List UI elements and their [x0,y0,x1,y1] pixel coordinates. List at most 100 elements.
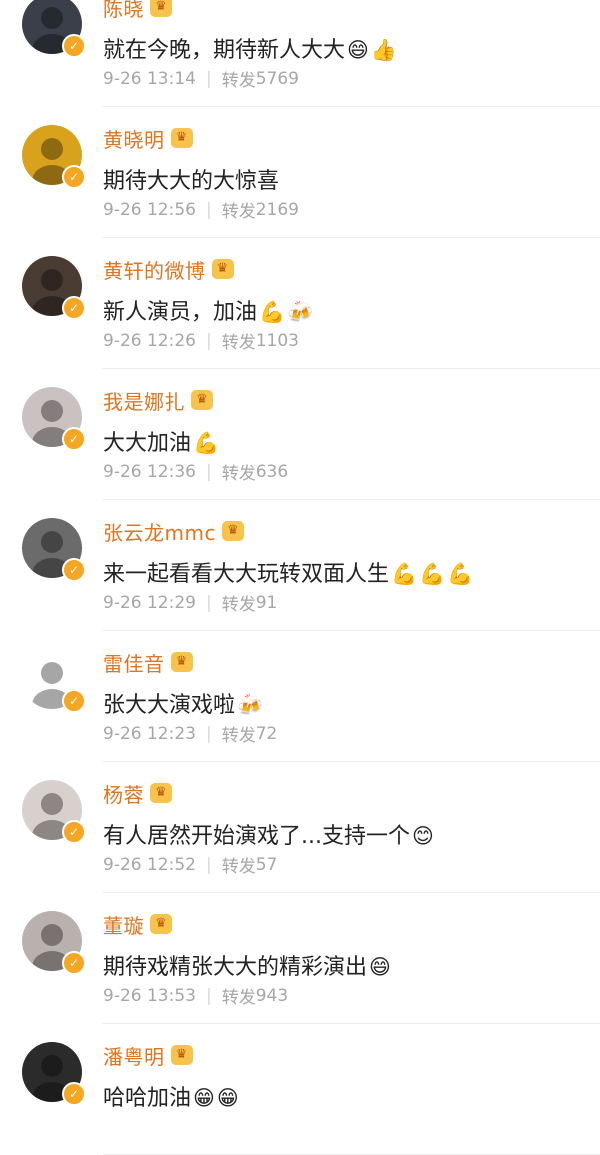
crown-icon: ♛ [150,0,172,17]
repost-label[interactable]: 转发 [222,721,256,746]
comment-item[interactable]: ✓ 我是娜扎 ♛ 大大加油💪 9-26 12:36 | 转发 636 [0,369,600,500]
separator: | [205,985,212,1006]
comment-text: 期待大大的大惊喜 [103,163,279,195]
emoji-icon: 💪 [447,562,474,586]
repost-label[interactable]: 转发 [222,983,256,1008]
verified-badge-icon: ✓ [62,951,86,975]
separator: | [205,330,212,351]
timestamp: 9-26 12:36 [103,461,196,482]
verified-badge-icon: ✓ [62,296,86,320]
comment-text: 来一起看看大大玩转双面人生💪💪💪 [103,556,473,588]
crown-icon: ♛ [170,1045,193,1065]
emoji-icon: 👍 [370,38,398,62]
verified-badge-icon: ✓ [62,165,86,189]
comment-meta: 9-26 12:29 | 转发 91 [103,590,278,616]
user-name[interactable]: 张云龙mmc [103,517,216,546]
comment-text-content: 张大大演戏啦 [103,693,236,718]
timestamp: 9-26 13:53 [103,985,196,1006]
timestamp: 9-26 12:56 [103,199,196,220]
user-name[interactable]: 雷佳音 [103,648,165,677]
emoji-icon: 😊 [411,824,434,848]
separator: | [205,723,212,744]
verified-badge-icon: ✓ [62,558,86,582]
comment-meta: 9-26 13:14 | 转发 5769 [103,66,299,92]
comment-item[interactable]: ✓ 董璇 ♛ 期待戏精张大大的精彩演出😄 9-26 13:53 | 转发 943 [0,893,600,1024]
name-row: 潘粤明 ♛ [103,1040,193,1070]
user-name[interactable]: 杨蓉 [103,779,144,808]
comment-meta: 9-26 12:52 | 转发 57 [103,852,278,878]
verified-badge-icon: ✓ [62,820,86,844]
comment-text-content: 哈哈加油 [103,1086,192,1111]
emoji-icon: 😄 [347,38,369,62]
separator: | [205,68,212,89]
timestamp: 9-26 12:52 [103,854,196,875]
user-name[interactable]: 陈晓 [103,0,144,22]
verified-badge-icon: ✓ [62,1082,86,1106]
comment-text-content: 来一起看看大大玩转双面人生 [103,562,390,587]
name-row: 杨蓉 ♛ [103,778,172,808]
comment-text-content: 有人居然开始演戏了...支持一个 [103,824,410,849]
comment-text: 张大大演戏啦🍻 [103,687,263,719]
timestamp: 9-26 12:23 [103,723,196,744]
emoji-icon: 💪 [419,562,446,586]
repost-count: 943 [255,985,289,1006]
crown-icon: ♛ [150,914,172,934]
user-name[interactable]: 黄轩的微博 [103,255,206,284]
user-name[interactable]: 黄晓明 [103,124,165,153]
repost-label[interactable]: 转发 [222,197,256,222]
repost-label[interactable]: 转发 [222,590,256,615]
name-row: 黄晓明 ♛ [103,123,193,153]
name-row: 董璇 ♛ [103,909,172,939]
emoji-icon: 💪 [259,300,286,324]
comment-item[interactable]: ✓ 雷佳音 ♛ 张大大演戏啦🍻 9-26 12:23 | 转发 72 [0,631,600,762]
comment-meta: 9-26 12:23 | 转发 72 [103,721,278,747]
crown-icon: ♛ [211,259,234,279]
crown-icon: ♛ [170,128,193,148]
user-name[interactable]: 我是娜扎 [103,386,185,415]
comment-text-content: 期待大大的大惊喜 [103,169,280,194]
comment-item[interactable]: ✓ 黄轩的微博 ♛ 新人演员，加油💪🍻 9-26 12:26 | 转发 1103 [0,238,600,369]
repost-label[interactable]: 转发 [222,852,256,877]
emoji-icon: 😄 [369,955,391,979]
verified-badge-icon: ✓ [62,689,86,713]
emoji-icon: 💪 [391,562,418,586]
repost-count: 91 [255,592,278,613]
comment-item[interactable]: ✓ 陈晓 ♛ 就在今晚，期待新人大大😄👍 9-26 13:14 | 转发 5769 [0,0,600,107]
separator: | [205,592,212,613]
comment-meta: 9-26 12:26 | 转发 1103 [103,328,299,354]
comment-text-content: 新人演员，加油 [103,300,258,325]
crown-icon: ♛ [150,783,172,803]
repost-label[interactable]: 转发 [222,66,256,91]
comment-text: 有人居然开始演戏了...支持一个😊 [103,818,434,850]
comment-text: 期待戏精张大大的精彩演出😄 [103,949,391,981]
name-row: 陈晓 ♛ [103,0,172,22]
emoji-icon: 💪 [193,431,220,455]
user-name[interactable]: 董璇 [103,910,144,939]
user-name[interactable]: 潘粤明 [103,1041,165,1070]
comment-item[interactable]: ✓ 黄晓明 ♛ 期待大大的大惊喜 9-26 12:56 | 转发 2169 [0,107,600,238]
comment-item[interactable]: ✓ 杨蓉 ♛ 有人居然开始演戏了...支持一个😊 9-26 12:52 | 转发 57 [0,762,600,893]
repost-count: 72 [255,723,278,744]
emoji-icon: 🍻 [237,693,264,717]
comment-list: ✓ 陈晓 ♛ 就在今晚，期待新人大大😄👍 9-26 13:14 | 转发 5769 ✓ 黄晓明 ♛… [0,0,600,1155]
comment-item[interactable]: ✓ 张云龙mmc ♛ 来一起看看大大玩转双面人生💪💪💪 9-26 12:29 | 转发 91 [0,500,600,631]
separator: | [205,199,212,220]
comment-text: 就在今晚，期待新人大大😄👍 [103,32,397,64]
comment-text: 哈哈加油😁😁 [103,1080,239,1112]
repost-count: 5769 [255,68,299,89]
emoji-icon: 😁 [193,1086,215,1110]
repost-label[interactable]: 转发 [222,328,256,353]
comment-item[interactable]: ✓ 潘粤明 ♛ 哈哈加油😁😁 [0,1024,600,1155]
name-row: 黄轩的微博 ♛ [103,254,234,284]
timestamp: 9-26 12:29 [103,592,196,613]
repost-count: 636 [255,461,289,482]
repost-count: 57 [255,854,278,875]
timestamp: 9-26 13:14 [103,68,196,89]
name-row: 雷佳音 ♛ [103,647,193,677]
repost-label[interactable]: 转发 [222,459,256,484]
name-row: 我是娜扎 ♛ [103,385,213,415]
comment-text-content: 期待戏精张大大的精彩演出 [103,955,368,980]
separator: | [205,461,212,482]
emoji-icon: 🍻 [287,300,314,324]
verified-badge-icon: ✓ [62,34,86,58]
